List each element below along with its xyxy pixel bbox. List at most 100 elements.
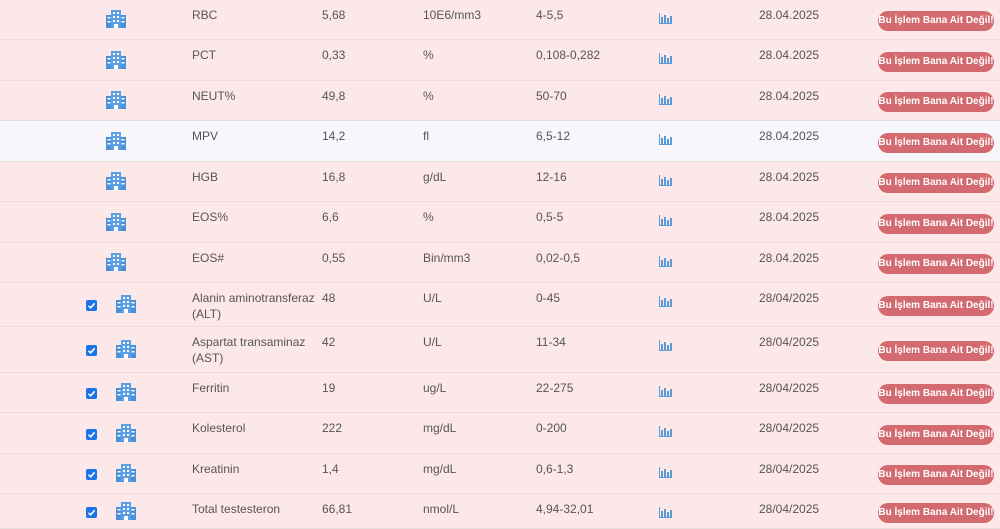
bar-chart-icon[interactable] xyxy=(659,132,672,145)
row-checkbox[interactable] xyxy=(86,507,97,518)
result-date: 28/04/2025 xyxy=(759,291,820,305)
result-date: 28.04.2025 xyxy=(759,210,820,224)
result-date: 28.04.2025 xyxy=(759,8,820,22)
result-value: 222 xyxy=(322,421,343,435)
not-mine-button[interactable]: Bu İşlem Bana Ait Değil! xyxy=(878,11,994,31)
not-mine-button[interactable]: Bu İşlem Bana Ait Değil! xyxy=(878,133,994,153)
result-date: 28/04/2025 xyxy=(759,502,820,516)
result-unit: mg/dL xyxy=(423,421,457,435)
not-mine-button[interactable]: Bu İşlem Bana Ait Değil! xyxy=(878,503,994,523)
result-unit: g/dL xyxy=(423,170,447,184)
bar-chart-icon[interactable] xyxy=(659,51,672,64)
result-unit: U/L xyxy=(423,335,442,349)
row-checkbox[interactable] xyxy=(86,469,97,480)
hospital-building-icon xyxy=(105,212,127,232)
reference-range: 4-5,5 xyxy=(536,8,564,22)
reference-range: 50-70 xyxy=(536,89,567,103)
bar-chart-icon[interactable] xyxy=(659,294,672,307)
hospital-building-icon xyxy=(105,171,127,191)
bar-chart-icon[interactable] xyxy=(659,11,672,24)
lab-results-table: RBC 5,68 10E6/mm3 4-5,5 28.04.2025 Bu İşlem B… xyxy=(0,0,1000,529)
result-value: 16,8 xyxy=(322,170,346,184)
bar-chart-icon[interactable] xyxy=(659,254,672,267)
bar-chart-icon[interactable] xyxy=(659,173,672,186)
table-row: Ferritin 19 ug/L 22-275 28/04/2025 Bu İşlem B… xyxy=(0,373,1000,413)
reference-range: 0-200 xyxy=(536,421,567,435)
bar-chart-icon[interactable] xyxy=(659,424,672,437)
not-mine-button[interactable]: Bu İşlem Bana Ait Değil! xyxy=(878,425,994,445)
test-name: MPV xyxy=(192,129,219,143)
result-value: 14,2 xyxy=(322,129,346,143)
table-row: RBC 5,68 10E6/mm3 4-5,5 28.04.2025 Bu İşlem B… xyxy=(0,0,1000,40)
row-checkbox[interactable] xyxy=(86,300,97,311)
not-mine-button[interactable]: Bu İşlem Bana Ait Değil! xyxy=(878,341,994,361)
reference-range: 0,5-5 xyxy=(536,210,564,224)
result-unit: ug/L xyxy=(423,381,447,395)
result-unit: Bin/mm3 xyxy=(423,251,471,265)
not-mine-button[interactable]: Bu İşlem Bana Ait Değil! xyxy=(878,214,994,234)
table-row: EOS# 0,55 Bin/mm3 0,02-0,5 28.04.2025 Bu İşle… xyxy=(0,243,1000,283)
result-date: 28/04/2025 xyxy=(759,462,820,476)
test-name: Kreatinin xyxy=(192,462,240,476)
result-unit: nmol/L xyxy=(423,502,460,516)
table-row: Alanin aminotransferaz (ALT) 48 U/L 0-45 28/… xyxy=(0,283,1000,327)
result-unit: % xyxy=(423,89,434,103)
result-date: 28/04/2025 xyxy=(759,335,820,349)
row-checkbox[interactable] xyxy=(86,429,97,440)
test-name: Ferritin xyxy=(192,381,230,395)
not-mine-button[interactable]: Bu İşlem Bana Ait Değil! xyxy=(878,52,994,72)
table-row: MPV 14,2 fl 6,5-12 28.04.2025 Bu İşlem Bana A… xyxy=(0,121,1000,162)
not-mine-button[interactable]: Bu İşlem Bana Ait Değil! xyxy=(878,296,994,316)
bar-chart-icon[interactable] xyxy=(659,92,672,105)
result-value: 42 xyxy=(322,335,336,349)
result-value: 5,68 xyxy=(322,8,346,22)
table-row: Kreatinin 1,4 mg/dL 0,6-1,3 28/04/2025 Bu İşl… xyxy=(0,454,1000,494)
result-date: 28.04.2025 xyxy=(759,48,820,62)
row-checkbox[interactable] xyxy=(86,388,97,399)
table-row: PCT 0,33% 0,108-0,282 28.04.2025 Bu İşlem Ba… xyxy=(0,40,1000,81)
test-name: Alanin aminotransferaz (ALT) xyxy=(192,291,315,321)
not-mine-button[interactable]: Bu İşlem Bana Ait Değil! xyxy=(878,384,994,404)
reference-range: 0,108-0,282 xyxy=(536,48,601,62)
table-row: HGB 16,8 g/dL 12-16 28.04.2025 Bu İşlem Bana … xyxy=(0,162,1000,202)
not-mine-button[interactable]: Bu İşlem Bana Ait Değil! xyxy=(878,254,994,274)
reference-range: 0-45 xyxy=(536,291,561,305)
reference-range: 4,94-32,01 xyxy=(536,502,594,516)
not-mine-button[interactable]: Bu İşlem Bana Ait Değil! xyxy=(878,92,994,112)
hospital-building-icon xyxy=(115,501,137,521)
table-row: Total testesteron 66,81 nmol/L 4,94-32,01 28… xyxy=(0,494,1000,529)
result-unit: 10E6/mm3 xyxy=(423,8,482,22)
test-name: PCT xyxy=(192,48,216,62)
reference-range: 12-16 xyxy=(536,170,567,184)
bar-chart-icon[interactable] xyxy=(659,338,672,351)
hospital-building-icon xyxy=(105,9,127,29)
table-row: Kolesterol 222 mg/dL 0-200 28/04/2025 Bu İşle… xyxy=(0,413,1000,454)
result-value: 0,33 xyxy=(322,48,346,62)
bar-chart-icon[interactable] xyxy=(659,213,672,226)
row-checkbox[interactable] xyxy=(86,345,97,356)
reference-range: 11-34 xyxy=(536,335,566,349)
result-value: 66,81 xyxy=(322,502,353,516)
bar-chart-icon[interactable] xyxy=(659,384,672,397)
test-name: Kolesterol xyxy=(192,421,246,435)
test-name: Total testesteron xyxy=(192,502,281,516)
result-date: 28/04/2025 xyxy=(759,421,820,435)
reference-range: 0,6-1,3 xyxy=(536,462,574,476)
hospital-building-icon xyxy=(105,90,127,110)
not-mine-button[interactable]: Bu İşlem Bana Ait Değil! xyxy=(878,173,994,193)
result-unit: % xyxy=(423,48,434,62)
test-name: EOS% xyxy=(192,210,229,224)
not-mine-button[interactable]: Bu İşlem Bana Ait Değil! xyxy=(878,465,994,485)
result-date: 28.04.2025 xyxy=(759,170,820,184)
bar-chart-icon[interactable] xyxy=(659,465,672,478)
hospital-building-icon xyxy=(115,339,137,359)
result-value: 49,8 xyxy=(322,89,346,103)
bar-chart-icon[interactable] xyxy=(659,505,672,518)
test-name: HGB xyxy=(192,170,219,184)
test-name: EOS# xyxy=(192,251,225,265)
hospital-building-icon xyxy=(105,252,127,272)
hospital-building-icon xyxy=(105,131,127,151)
result-unit: % xyxy=(423,210,434,224)
hospital-building-icon xyxy=(115,382,137,402)
result-date: 28.04.2025 xyxy=(759,251,820,265)
